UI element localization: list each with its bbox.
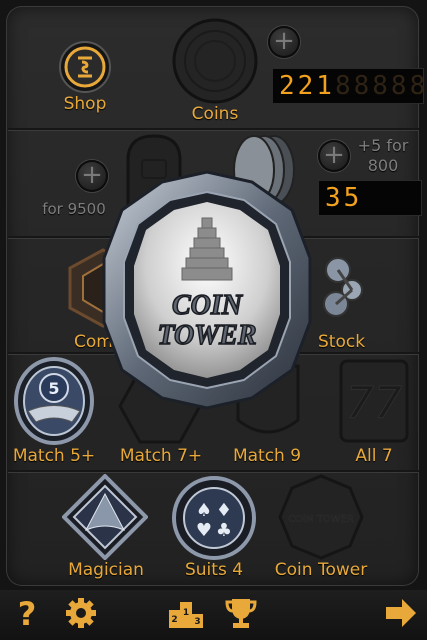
coins-label: Coins	[191, 104, 239, 124]
svg-text:♣: ♣	[216, 520, 232, 541]
bonus-counter-value: 35	[325, 183, 363, 213]
trophy-icon	[225, 599, 257, 628]
coins-icon	[172, 18, 258, 104]
row3-right-label: Stock	[318, 332, 366, 352]
match-5-badge-number: 5	[48, 379, 59, 398]
gear-icon	[66, 598, 96, 628]
bonus-label-line2: 800	[367, 156, 399, 175]
all-7-label: All 7	[355, 446, 393, 466]
shop-icon	[59, 41, 111, 93]
svg-text:2: 2	[171, 615, 177, 625]
match-5-label: Match 5+	[12, 446, 96, 466]
svg-text:3: 3	[194, 617, 200, 627]
arrow-right-icon	[386, 599, 416, 627]
buy-right-button[interactable]: +	[318, 140, 350, 172]
all-7-badge-text: 77	[346, 378, 402, 429]
popup-title-line1: COIN	[172, 290, 244, 321]
magician-label: Magician	[68, 560, 144, 580]
add-coins-button[interactable]: +	[268, 26, 300, 58]
leaderboard-icon: 1 2 3	[169, 602, 203, 628]
next-button[interactable]	[384, 596, 418, 634]
magician-badge[interactable]	[61, 473, 149, 561]
coin-tower-label: Coin Tower	[274, 560, 368, 580]
help-icon: ?	[17, 595, 37, 633]
match-7-label: Match 7+	[119, 446, 203, 466]
svg-text:♥: ♥	[196, 520, 212, 541]
coin-tower-badge-small: COIN TOWER	[278, 474, 364, 560]
shop-button[interactable]	[58, 40, 112, 94]
coin-counter-value: 221	[279, 71, 335, 101]
help-button[interactable]: ?	[12, 596, 42, 632]
svg-text:♦: ♦	[216, 500, 232, 521]
popup-title-line2: TOWER	[157, 320, 256, 351]
leaderboard-button[interactable]: 1 2 3	[168, 596, 204, 634]
match-5-badge[interactable]: 5	[14, 356, 94, 446]
coin-counter-unlit: 888888	[334, 71, 427, 101]
divider	[8, 470, 419, 473]
all-7-badge: 77	[338, 358, 410, 444]
svg-text:1: 1	[183, 608, 189, 618]
suits-4-label: Suits 4	[184, 560, 244, 580]
coin-tower-popup-badge[interactable]: COIN TOWER	[102, 170, 312, 410]
shop-label[interactable]: Shop	[56, 94, 114, 114]
coin-tower-badge-text: COIN TOWER	[288, 514, 354, 525]
achievements-button[interactable]	[224, 596, 258, 634]
divider	[8, 128, 419, 131]
settings-button[interactable]	[64, 596, 98, 634]
suits-4-badge[interactable]: ♠ ♦ ♥ ♣	[172, 476, 256, 560]
svg-text:♠: ♠	[196, 500, 212, 521]
match-9-label: Match 9	[232, 446, 302, 466]
coin-counter: 221888888	[272, 68, 427, 104]
bonus-label-line1: +5 for	[357, 136, 409, 155]
bonus-counter: 35	[318, 180, 422, 216]
